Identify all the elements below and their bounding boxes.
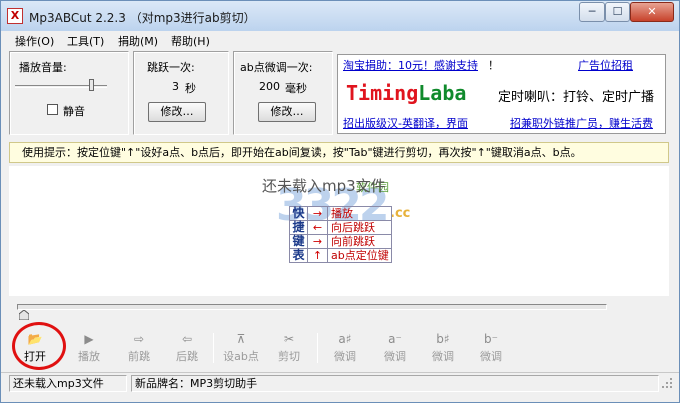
status-bar: 还未载入mp3文件 新品牌名：MP3剪切助手	[1, 372, 679, 392]
ab-fine-unit: 毫秒	[285, 82, 307, 95]
minimize-button[interactable]: ─	[579, 2, 605, 22]
ad-slogan[interactable]: 定时喇叭：打铃、定时广播	[498, 86, 654, 105]
waveform-display[interactable]: 3322 .cc 软件园 还未载入mp3文件 快 → 播放 捷 ← 向后跳跃 键…	[9, 166, 669, 296]
logo-red-text: Timing	[346, 81, 419, 105]
position-track[interactable]	[17, 304, 607, 310]
forward-jump-button[interactable]: ⇨ 前跳	[119, 331, 159, 365]
menu-operate[interactable]: 操作(O)	[15, 33, 54, 49]
ab-fine-modify-button[interactable]: 修改…	[258, 102, 316, 122]
backward-jump-icon: ⇦	[181, 332, 193, 346]
toolbar-separator	[317, 333, 318, 363]
set-ab-label: 设ab点	[223, 350, 259, 363]
forward-jump-label: 前跳	[128, 350, 150, 363]
scissors-icon: ✂	[283, 332, 295, 346]
title-bar[interactable]: X Mp3ABCut 2.2.3 （对mp3进行ab剪切） ─ ☐ ✕	[1, 1, 679, 31]
shortcut-key: ↑	[307, 248, 328, 263]
donate-link[interactable]: 淘宝捐助：10元！感谢支持	[343, 57, 478, 73]
recruit-translator-link[interactable]: 招出版级汉-英翻译，界面	[343, 115, 468, 131]
b-forward-fine-label: 微调	[432, 350, 454, 363]
b-backward-fine-button[interactable]: b⁻ 微调	[471, 331, 511, 365]
menu-tools[interactable]: 工具(T)	[67, 33, 104, 49]
shortcut-label: 播放	[327, 206, 392, 221]
menu-help[interactable]: 帮助(H)	[171, 33, 210, 49]
toolbar-separator	[213, 333, 214, 363]
shortcut-side-label: 表	[289, 248, 308, 263]
ad-space-link[interactable]: 广告位招租	[578, 57, 633, 73]
menu-donate[interactable]: 捐助(M)	[118, 33, 158, 49]
a-backward-fine-label: 微调	[384, 350, 406, 363]
shortcut-label: ab点定位键	[327, 248, 392, 263]
maximize-button[interactable]: ☐	[605, 2, 630, 22]
jump-value: 3	[172, 80, 179, 93]
shortcut-table: 快 → 播放 捷 ← 向后跳跃 键 → 向前跳跃 表 ↑ ab点定位键	[289, 206, 392, 263]
close-button[interactable]: ✕	[630, 2, 674, 22]
cut-label: 剪切	[278, 350, 300, 363]
b-forward-fine-button[interactable]: b♯ 微调	[423, 331, 463, 365]
volume-slider-thumb[interactable]	[89, 79, 94, 91]
ab-fine-value: 200	[259, 80, 280, 93]
forward-jump-icon: ⇨	[133, 332, 145, 346]
app-icon: X	[7, 8, 23, 24]
shortcut-side-label: 键	[289, 234, 308, 249]
a-forward-fine-label: 微调	[334, 350, 356, 363]
jump-unit: 秒	[185, 82, 196, 95]
status-brand: 新品牌名：MP3剪切助手	[131, 375, 659, 392]
b-flat-icon: b⁻	[484, 332, 498, 346]
open-highlight-ring	[12, 322, 66, 370]
recruit-promoter-link[interactable]: 招兼职外链推广员，赚生活费	[510, 115, 653, 131]
backward-jump-label: 后跳	[176, 350, 198, 363]
usage-hint: 使用提示：按定位键"↑"设好a点、b点后，即开始在ab间复读，按"Tab"键进行…	[9, 142, 669, 163]
set-ab-icon: ⊼	[236, 332, 246, 346]
toolbar: 📂 打开 ▶ 播放 ⇨ 前跳 ⇦ 后跳 ⊼ 设ab点 ✂ 剪切 a♯ 微调 a⁻…	[1, 327, 679, 367]
app-window: X Mp3ABCut 2.2.3 （对mp3进行ab剪切） ─ ☐ ✕ 操作(O…	[0, 0, 680, 403]
window-title: Mp3ABCut 2.2.3 （对mp3进行ab剪切）	[29, 11, 256, 25]
a-backward-fine-button[interactable]: a⁻ 微调	[375, 331, 415, 365]
a-sharp-icon: a♯	[338, 332, 352, 346]
shortcut-label: 向前跳跃	[327, 234, 392, 249]
a-forward-fine-button[interactable]: a♯ 微调	[325, 331, 365, 365]
b-backward-fine-label: 微调	[480, 350, 502, 363]
timinglaba-logo[interactable]: TimingLaba	[346, 81, 466, 105]
cut-button[interactable]: ✂ 剪切	[269, 331, 309, 365]
menu-bar: 操作(O) 工具(T) 捐助(M) 帮助(H)	[1, 31, 679, 48]
no-file-message: 还未载入mp3文件	[262, 177, 386, 195]
mute-label: 静音	[63, 105, 85, 118]
play-icon: ▶	[84, 332, 94, 346]
status-file: 还未载入mp3文件	[9, 375, 127, 392]
shortcut-key: ←	[307, 220, 328, 235]
play-button[interactable]: ▶ 播放	[69, 331, 109, 365]
shortcut-side-label: 快	[289, 206, 308, 221]
resize-grip-icon[interactable]	[661, 377, 673, 389]
ab-fine-label: ab点微调一次:	[240, 61, 313, 74]
shortcut-label: 向后跳跃	[327, 220, 392, 235]
volume-label: 播放音量:	[19, 61, 67, 74]
a-flat-icon: a⁻	[388, 332, 402, 346]
play-label: 播放	[78, 350, 100, 363]
jump-label: 跳跃一次:	[147, 61, 195, 74]
shortcut-key: →	[307, 234, 328, 249]
logo-green-text: Laba	[418, 81, 467, 105]
mute-checkbox[interactable]	[47, 104, 58, 115]
backward-jump-button[interactable]: ⇦ 后跳	[167, 331, 207, 365]
position-thumb[interactable]	[19, 310, 29, 320]
shortcut-key: →	[307, 206, 328, 221]
donate-exclaim: ！	[488, 59, 499, 72]
ad-panel: 淘宝捐助：10元！感谢支持 ！ 广告位招租 TimingLaba 定时喇叭：打铃…	[337, 54, 666, 134]
set-ab-button[interactable]: ⊼ 设ab点	[221, 331, 261, 365]
watermark-cc: .cc	[390, 206, 411, 221]
jump-modify-button[interactable]: 修改…	[148, 102, 206, 122]
b-sharp-icon: b♯	[436, 332, 450, 346]
shortcut-side-label: 捷	[289, 220, 308, 235]
